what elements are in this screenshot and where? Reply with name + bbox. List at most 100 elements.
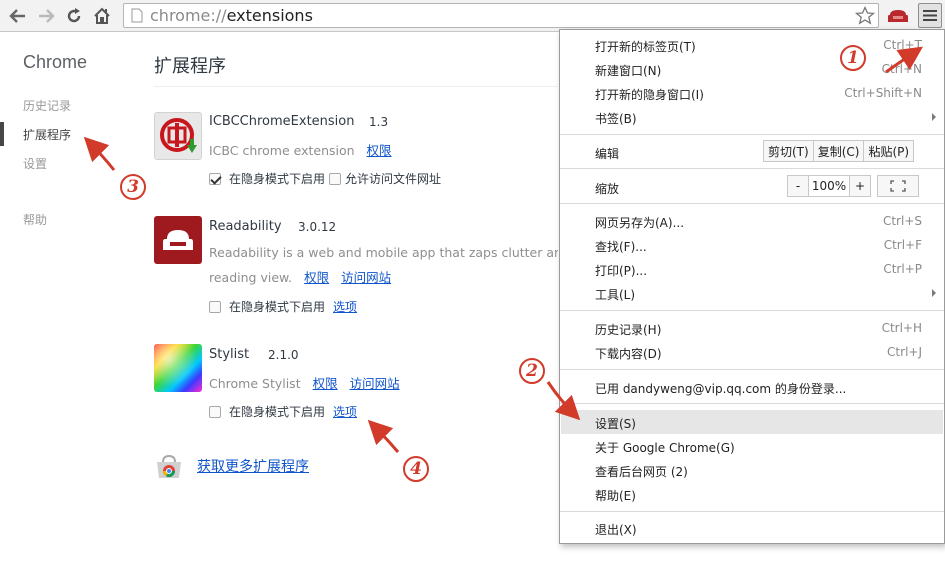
menu-item-new-tab[interactable]: 打开新的标签页(T) (595, 38, 696, 55)
menu-item-zoom: 缩放 (595, 182, 620, 196)
zoom-control-group: - 100% + (787, 175, 919, 197)
menu-shortcut: Ctrl+H (881, 321, 922, 335)
menu-shortcut: Ctrl+S (882, 214, 922, 228)
readability-extension-icon (154, 216, 202, 264)
annotation-4: 4 (403, 455, 429, 482)
incognito-label: 在隐身模式下启用 (229, 300, 326, 314)
menu-item-help[interactable]: 帮助(E) (595, 487, 636, 504)
submenu-arrow-icon (932, 289, 936, 297)
title-divider (154, 86, 558, 87)
menu-shortcut: Ctrl+Shift+N (844, 86, 922, 100)
readability-extension-button[interactable] (886, 5, 910, 27)
annotation-1: 1 (840, 44, 866, 71)
options-link[interactable]: 选项 (333, 298, 357, 315)
menu-shortcut: Ctrl+J (887, 345, 922, 359)
extension-options-row: 在隐身模式下启用 允许访问文件网址 (209, 170, 441, 187)
get-more-extensions-link[interactable]: 获取更多扩展程序 (197, 456, 309, 476)
cut-button[interactable]: 剪切(T) (763, 140, 814, 162)
zoom-in-button[interactable]: + (849, 175, 871, 197)
zoom-level: 100% (808, 175, 850, 197)
menu-separator (560, 369, 944, 370)
incognito-label: 在隐身模式下启用 (229, 172, 326, 186)
menu-item-downloads[interactable]: 下载内容(D) (595, 345, 662, 362)
chrome-menu-button[interactable] (918, 3, 942, 28)
permissions-link[interactable]: 权限 (304, 270, 329, 285)
permissions-link[interactable]: 权限 (313, 376, 338, 391)
visit-website-link[interactable]: 访问网站 (341, 270, 391, 285)
annotation-3: 3 (120, 173, 146, 200)
submenu-arrow-icon (932, 113, 936, 121)
menu-separator (560, 168, 944, 169)
menu-item-print[interactable]: 打印(P)... (595, 262, 647, 279)
browser-toolbar: chrome://extensions (0, 0, 945, 32)
reload-button[interactable] (62, 4, 86, 28)
visit-website-link[interactable]: 访问网站 (350, 376, 400, 391)
web-store-icon (157, 454, 181, 478)
file-access-label: 允许访问文件网址 (345, 172, 442, 186)
incognito-checkbox[interactable] (209, 405, 221, 418)
stylist-extension-icon (154, 344, 202, 392)
menu-item-incognito-window[interactable]: 打开新的隐身窗口(I) (595, 86, 704, 103)
menu-item-find[interactable]: 查找(F)... (595, 238, 647, 255)
url-scheme: chrome:// (150, 6, 227, 25)
incognito-checkbox[interactable] (209, 300, 221, 313)
menu-shortcut: Ctrl+F (883, 238, 922, 252)
bookmark-star-icon[interactable] (855, 6, 875, 25)
menu-separator (560, 310, 944, 311)
menu-item-about-chrome[interactable]: 关于 Google Chrome(G) (595, 439, 735, 456)
menu-item-signed-in-account[interactable]: 已用 dandyweng@vip.qq.com 的身份登录... (595, 380, 846, 397)
sidebar-item-history[interactable]: 历史记录 (23, 97, 71, 114)
forward-button[interactable] (34, 4, 58, 28)
copy-button[interactable]: 复制(C) (812, 140, 865, 162)
sidebar-title: Chrome (23, 52, 88, 72)
menu-item-settings[interactable]: 设置(S) (595, 415, 636, 432)
fullscreen-button[interactable] (877, 175, 919, 197)
back-button[interactable] (6, 4, 30, 28)
sidebar-item-settings[interactable]: 设置 (23, 155, 47, 172)
menu-item-background-pages[interactable]: 查看后台网页 (2) (595, 463, 688, 480)
extension-description: Readability is a web and mobile app that… (209, 245, 558, 260)
page-icon (131, 8, 143, 23)
options-link[interactable]: 选项 (333, 403, 357, 420)
extension-options-row: 在隐身模式下启用 选项 (209, 298, 357, 315)
permissions-link[interactable]: 权限 (367, 143, 392, 158)
extension-options-row: 在隐身模式下启用 选项 (209, 403, 357, 420)
address-bar[interactable]: chrome://extensions (123, 3, 879, 28)
arrow-to-options (367, 419, 400, 453)
menu-shortcut: Ctrl+T (883, 38, 922, 52)
url-text: chrome://extensions (150, 6, 313, 26)
chrome-menu: 打开新的标签页(T) Ctrl+T 新建窗口(N) Ctrl+N 打开新的隐身窗… (559, 29, 945, 544)
home-button[interactable] (90, 4, 114, 28)
fullscreen-icon (890, 180, 906, 192)
menu-item-edit: 编辑 (595, 147, 620, 161)
sidebar-item-extensions[interactable]: 扩展程序 (23, 126, 71, 143)
menu-separator (560, 403, 944, 404)
incognito-checkbox[interactable] (209, 172, 221, 185)
extension-description: ICBC chrome extension 权限 (209, 140, 392, 159)
armchair-icon (888, 10, 908, 22)
zoom-out-button[interactable]: - (787, 175, 809, 197)
extension-description: Chrome Stylist 权限 访问网站 (209, 373, 400, 392)
arrow-to-extensions-sidebar (83, 136, 116, 171)
extension-version: 3.0.12 (298, 220, 337, 234)
paste-button[interactable]: 粘贴(P) (863, 140, 915, 162)
menu-item-new-window[interactable]: 新建窗口(N) (595, 62, 661, 79)
menu-separator (560, 203, 944, 204)
file-access-checkbox[interactable] (329, 172, 342, 185)
menu-item-history[interactable]: 历史记录(H) (595, 321, 661, 338)
sidebar-item-help[interactable]: 帮助 (23, 211, 47, 228)
extension-version: 1.3 (369, 115, 389, 129)
menu-separator (560, 134, 944, 135)
menu-item-bookmarks[interactable]: 书签(B) (595, 110, 637, 127)
menu-shortcut: Ctrl+P (883, 262, 922, 276)
hamburger-icon (923, 10, 937, 21)
back-arrow-icon (9, 9, 25, 23)
icbc-logo-icon (160, 118, 197, 153)
menu-item-exit[interactable]: 退出(X) (595, 521, 637, 538)
extension-name: ICBCChromeExtension (209, 114, 355, 129)
annotation-2: 2 (519, 357, 545, 384)
menu-item-save-page[interactable]: 网页另存为(A)... (595, 214, 684, 231)
extension-description-line2: reading view. 权限 访问网站 (209, 267, 391, 286)
menu-separator (560, 511, 944, 512)
menu-item-tools[interactable]: 工具(L) (595, 286, 635, 303)
